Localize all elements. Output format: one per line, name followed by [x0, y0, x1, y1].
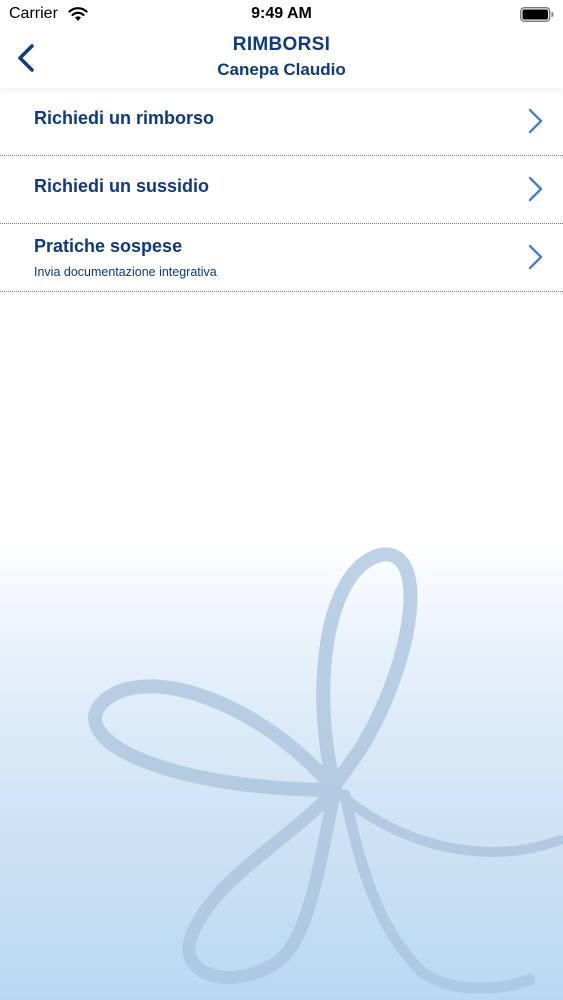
menu-item-label: Richiedi un sussidio — [34, 176, 210, 196]
navigation-bar: RIMBORSI Canepa Claudio — [0, 30, 563, 88]
status-bar: Carrier 9:49 AM — [0, 0, 563, 30]
menu-item-richiedi-sussidio[interactable]: Richiedi un sussidio — [0, 156, 563, 224]
menu-item-label: Pratiche sospese — [34, 236, 183, 256]
menu-item-sublabel: Invia documentazione integrativa — [34, 265, 217, 279]
chevron-right-icon — [528, 244, 543, 270]
menu-item-pratiche-sospese[interactable]: Pratiche sospese Invia documentazione in… — [0, 224, 563, 292]
menu-item-label: Richiedi un rimborso — [34, 108, 215, 128]
battery-icon — [520, 7, 554, 22]
chevron-right-icon — [528, 108, 543, 134]
clock: 9:49 AM — [251, 5, 312, 22]
brand-watermark-graphic — [88, 547, 563, 994]
page-subtitle: Canepa Claudio — [217, 60, 346, 79]
menu-list: Richiedi un rimborso Richiedi un sussidi… — [0, 88, 563, 292]
page-title: RIMBORSI — [232, 34, 331, 55]
menu-item-richiedi-rimborso[interactable]: Richiedi un rimborso — [0, 88, 563, 156]
chevron-right-icon — [528, 176, 543, 202]
